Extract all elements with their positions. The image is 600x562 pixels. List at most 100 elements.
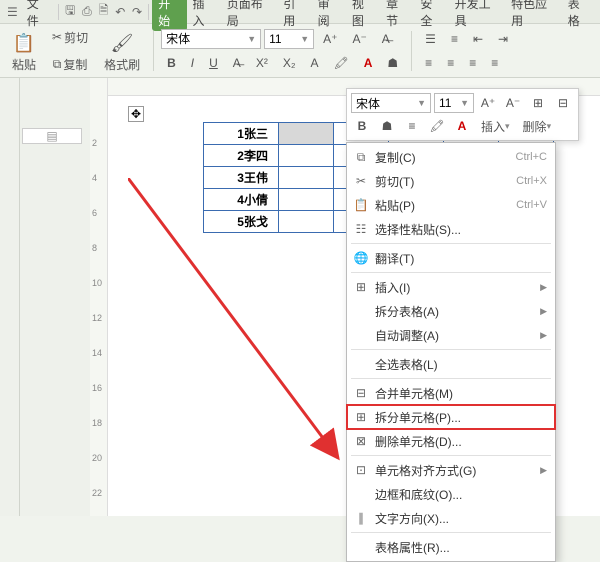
bullets-button[interactable]: ☰ [419,28,442,50]
chevron-right-icon: ▶ [540,306,547,317]
mini-insert-button[interactable]: 插入▾ [476,116,515,136]
brush-icon: 🖌 [111,33,134,54]
tab-devtools[interactable]: 开发工具 [449,0,506,31]
chevron-right-icon: ▶ [540,465,547,476]
clipboard-icon: 📋 [13,33,35,54]
tab-section[interactable]: 章节 [380,0,414,31]
mini-shrink-font[interactable]: A⁻ [502,93,524,113]
scissors-icon: ✂ [52,30,62,44]
document-canvas[interactable]: ✥ 1张三897868235 2李四6244 3王伟9225 4小倩9215 5… [108,78,600,516]
font-color-button[interactable]: A [358,52,379,74]
mini-highlight-button[interactable]: 🖍 [426,116,448,136]
align-justify-button[interactable]: ≡ [485,52,504,74]
mini-font-size[interactable]: 11▼ [434,93,474,113]
underline-button[interactable]: U [203,52,224,74]
doc-area: ▤ 2 4 6 8 10 12 14 16 18 20 22 ✥ 1张三8978… [0,78,600,516]
ctx-cut[interactable]: ✂剪切(T)Ctrl+X [347,169,555,193]
mini-bold-button[interactable]: B [351,116,373,136]
mini-delete-button[interactable]: 删除▾ [518,116,557,136]
font-size-select[interactable]: 11▼ [264,29,314,49]
ctx-paste[interactable]: 📋粘贴(P)Ctrl+V [347,193,555,217]
ctx-translate[interactable]: 🌐翻译(T) [347,246,555,270]
font-name-select[interactable]: 宋体▼ [161,29,261,49]
align-center-button[interactable]: ≡ [441,52,460,74]
ctx-borders[interactable]: 边框和底纹(O)... [347,482,555,506]
tab-view[interactable]: 视图 [346,0,380,31]
ctx-text-dir[interactable]: ∥文字方向(X)... [347,506,555,530]
ctx-split-cells[interactable]: ⊞拆分单元格(P)... [347,405,555,429]
tab-start[interactable]: 开始 [152,0,186,31]
align-left-button[interactable]: ≡ [419,52,438,74]
ctx-table-props[interactable]: 表格属性(R)... [347,535,555,559]
chevron-down-icon: ▼ [460,98,469,108]
chevron-right-icon: ▶ [540,282,547,293]
paste-icon: 📋 [353,198,369,212]
mini-borders-button[interactable]: ⊞ [527,93,549,113]
tab-reference[interactable]: 引用 [277,0,311,31]
font-grow-button[interactable]: A⁺ [317,28,343,50]
mini-grow-font[interactable]: A⁺ [477,93,499,113]
mini-font-color-button[interactable]: A [451,116,473,136]
italic-button[interactable]: I [185,52,200,74]
undo-icon[interactable]: ↶ [112,3,129,21]
table-move-handle[interactable]: ✥ [128,106,144,122]
left-rail [0,78,20,516]
tab-special[interactable]: 特色应用 [505,0,562,31]
chevron-down-icon: ▼ [417,98,426,108]
context-menu: ⧉复制(C)Ctrl+C ✂剪切(T)Ctrl+X 📋粘贴(P)Ctrl+V ☷… [346,142,556,562]
align-icon: ⊡ [353,463,369,477]
ctx-paste-special[interactable]: ☷选择性粘贴(S)... [347,217,555,241]
ctx-merge-cells[interactable]: ⊟合并单元格(M) [347,381,555,405]
scissors-icon: ✂ [353,174,369,188]
table-insert-icon: ⊞ [353,280,369,294]
format-painter-button[interactable]: 🖌 格式刷 [98,29,146,73]
ribbon-toolbar: 📋 粘贴 ✂剪切 ⧉复制 🖌 格式刷 宋体▼ 11▼ A⁺ A⁻ A̶ B I … [0,24,600,78]
preview-icon[interactable]: 🗎 [95,3,112,21]
ctx-select-all[interactable]: 全选表格(L) [347,352,555,376]
indent-inc-button[interactable]: ⇥ [492,28,514,50]
ctx-cell-align[interactable]: ⊡单元格对齐方式(G)▶ [347,458,555,482]
tab-review[interactable]: 审阅 [312,0,346,31]
doc-thumb-icon[interactable]: ▤ [22,128,82,144]
tab-pagelayout[interactable]: 页面布局 [221,0,278,31]
numbering-button[interactable]: ≡ [445,28,464,50]
app-menu-icon[interactable]: ☰ [4,3,21,21]
ctx-copy[interactable]: ⧉复制(C)Ctrl+C [347,145,555,169]
print-icon[interactable]: ⎙ [79,3,96,21]
paste-button[interactable]: 📋 粘贴 [6,29,42,73]
chevron-down-icon: ▼ [300,34,309,44]
split-icon: ⊞ [353,410,369,424]
ctx-autofit[interactable]: 自动调整(A)▶ [347,323,555,347]
paste-special-icon: ☷ [353,222,369,236]
copy-button[interactable]: ⧉复制 [47,52,94,77]
save-icon[interactable]: 🖫 [62,3,79,21]
ctx-delete-cells[interactable]: ⊠删除单元格(D)... [347,429,555,453]
mini-merge-button[interactable]: ⊟ [552,93,574,113]
subscript-button[interactable]: X₂ [277,52,302,74]
selected-cell[interactable] [279,123,334,145]
ctx-split-table[interactable]: 拆分表格(A)▶ [347,299,555,323]
text-dir-icon: ∥ [353,511,369,525]
tab-insert[interactable]: 插入 [187,0,221,31]
font-shrink-button[interactable]: A⁻ [346,28,372,50]
copy-icon: ⧉ [353,150,369,165]
mini-font-name[interactable]: 宋体▼ [351,93,431,113]
indent-dec-button[interactable]: ⇤ [467,28,489,50]
text-effect-button[interactable]: A [304,52,324,74]
mini-shading-button[interactable]: ☗ [376,116,398,136]
align-right-button[interactable]: ≡ [463,52,482,74]
chevron-right-icon: ▶ [540,330,547,341]
shading-button[interactable]: ☗ [381,52,404,74]
clear-format-button[interactable]: A̶ [376,28,396,50]
strike-button[interactable]: A̶ [227,52,247,74]
mini-align-button[interactable]: ≡ [401,116,423,136]
tab-table[interactable]: 表格 [562,0,596,31]
redo-icon[interactable]: ↷ [129,3,146,21]
tab-security[interactable]: 安全 [414,0,448,31]
bold-button[interactable]: B [161,52,182,74]
merge-icon: ⊟ [353,386,369,400]
ctx-insert[interactable]: ⊞插入(I)▶ [347,275,555,299]
highlight-button[interactable]: 🖍 [328,52,355,74]
superscript-button[interactable]: X² [250,52,274,74]
cut-button[interactable]: ✂剪切 [46,25,94,50]
